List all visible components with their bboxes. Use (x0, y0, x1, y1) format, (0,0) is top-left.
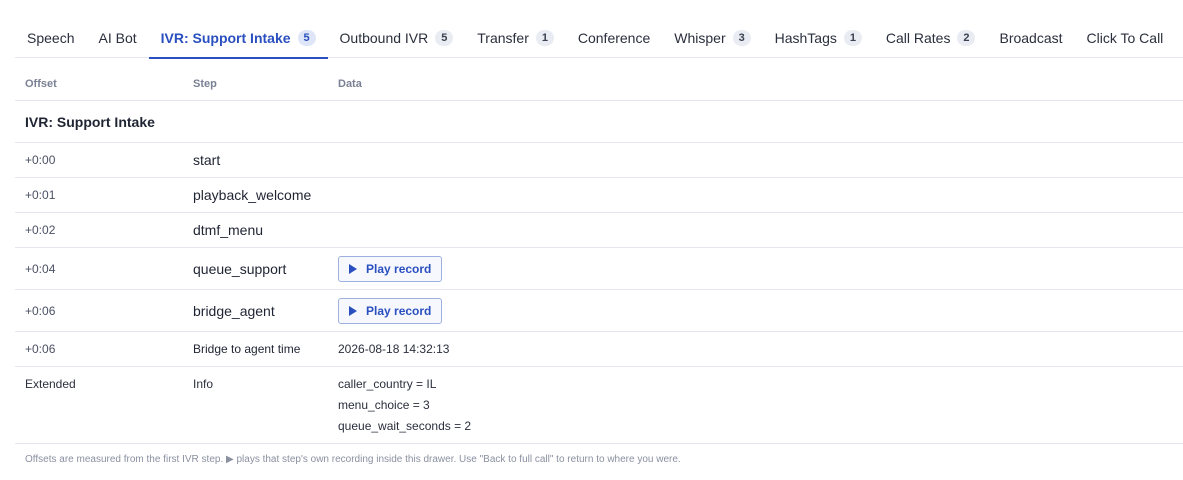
tab-label: IVR: Support Intake (160, 30, 291, 46)
row-offset: Extended (25, 377, 76, 391)
row-offset: +0:00 (25, 153, 56, 167)
tab-count-badge: 5 (435, 30, 454, 46)
info-line: queue_wait_seconds = 2 (338, 419, 472, 433)
tab-label: Whisper (674, 30, 726, 46)
play-record-button[interactable]: Play record (338, 297, 443, 324)
tab-label: AI Bot (98, 30, 137, 46)
tab-label: Outbound IVR (339, 30, 429, 46)
row-step: Info (193, 377, 214, 391)
row-data: Play record (328, 255, 1183, 282)
tab-count-badge: 5 (297, 30, 316, 46)
row-data: caller_country = IL menu_choice = 3 queu… (328, 377, 1183, 440)
play-icon (349, 305, 357, 316)
row-step: bridge_agent (193, 302, 275, 319)
tab-bar: Speech AI Bot IVR: Support Intake 5 Outbo… (15, 18, 1183, 59)
row-offset: +0:01 (25, 188, 56, 202)
play-record-button[interactable]: Play record (338, 255, 443, 282)
tab-label: Conference (577, 30, 651, 46)
tab-label: HashTags (774, 30, 837, 46)
section-title: IVR: Support Intake (15, 101, 1183, 143)
ivr-steps-table: Offset Step Data IVR: Support Intake +0:… (15, 67, 1183, 444)
column-header-data: Data (338, 77, 362, 90)
row-offset: +0:04 (25, 261, 56, 276)
tab-hashtags[interactable]: HashTags 1 (763, 18, 874, 58)
tab-count-badge: 1 (843, 30, 862, 46)
row-data: Play record (328, 297, 1183, 324)
table-row: +0:01 playback_welcome (15, 178, 1183, 213)
play-record-label: Play record (366, 261, 432, 276)
tab-count-badge: 3 (732, 30, 751, 46)
column-header-offset: Offset (25, 77, 57, 90)
row-offset: +0:02 (25, 223, 56, 237)
row-offset: +0:06 (25, 303, 56, 318)
table-row: +0:02 dtmf_menu (15, 213, 1183, 248)
tab-transfer[interactable]: Transfer 1 (465, 18, 566, 58)
tab-label: Call Rates (885, 30, 951, 46)
tab-label: Speech (27, 30, 75, 46)
row-step: queue_support (193, 260, 287, 277)
tab-count-badge: 1 (535, 30, 554, 46)
tab-count-badge: 2 (957, 30, 976, 46)
tab-label: Click To Call (1086, 30, 1164, 46)
play-icon (349, 263, 357, 274)
row-step: Bridge to agent time (193, 342, 301, 356)
tab-speech[interactable]: Speech (15, 18, 86, 58)
tab-whisper[interactable]: Whisper 3 (662, 18, 762, 58)
row-step: playback_welcome (193, 187, 312, 203)
row-step: dtmf_menu (193, 222, 264, 238)
row-step: start (193, 152, 221, 168)
footer-note: Offsets are measured from the first IVR … (25, 454, 681, 465)
table-row: +0:06 Bridge to agent time 2026-08-18 14… (15, 332, 1183, 367)
extended-info-row: Extended Info caller_country = IL menu_c… (15, 367, 1183, 444)
row-offset: +0:06 (25, 342, 56, 356)
table-row: +0:04 queue_support Play record (15, 248, 1183, 290)
row-data: 2026-08-18 14:32:13 (338, 342, 450, 356)
tab-conference[interactable]: Conference (566, 18, 662, 58)
tab-broadcast[interactable]: Broadcast (987, 18, 1074, 58)
tab-call-rates[interactable]: Call Rates 2 (874, 18, 988, 58)
info-line: caller_country = IL (338, 377, 437, 391)
tab-ai-bot[interactable]: AI Bot (86, 18, 148, 58)
table-header: Offset Step Data (15, 67, 1183, 101)
info-line: menu_choice = 3 (338, 398, 430, 412)
column-header-step: Step (193, 77, 217, 90)
tab-ivr-support-intake[interactable]: IVR: Support Intake 5 (148, 18, 328, 59)
table-row: +0:00 start (15, 143, 1183, 178)
tab-label: Broadcast (999, 30, 1063, 46)
table-row: +0:06 bridge_agent Play record (15, 290, 1183, 332)
tab-click-to-call[interactable]: Click To Call (1075, 18, 1176, 58)
tab-label: Transfer (477, 30, 529, 46)
play-record-label: Play record (366, 303, 432, 318)
tab-outbound-ivr[interactable]: Outbound IVR 5 (328, 18, 466, 58)
